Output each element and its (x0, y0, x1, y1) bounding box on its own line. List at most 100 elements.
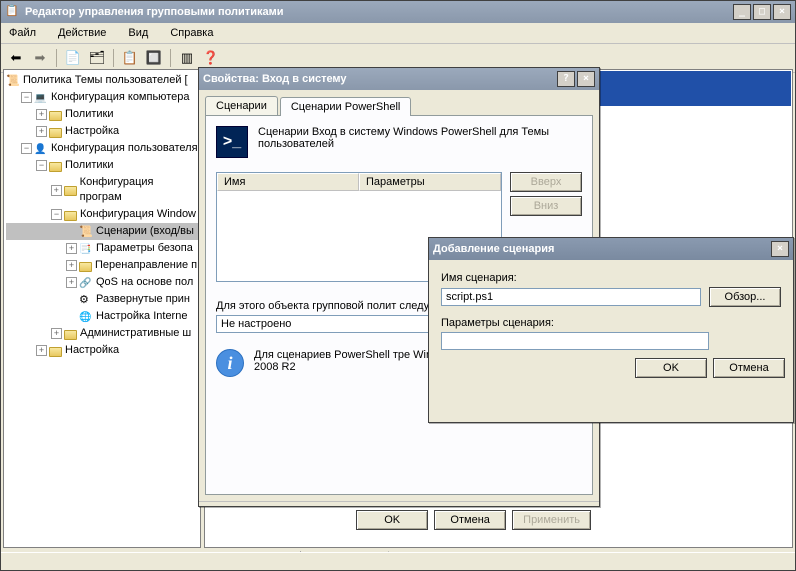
tree-win-config[interactable]: − Конфигурация Window (6, 206, 198, 223)
minimize-button[interactable]: _ (733, 4, 751, 20)
tree-label: Параметры безопа (96, 241, 193, 256)
info-icon: i (216, 349, 244, 377)
tree-label: Сценарии (вход/вы (96, 224, 194, 239)
up-button[interactable]: 📄 (62, 47, 84, 69)
menu-view[interactable]: Вид (124, 25, 152, 41)
statusbar (1, 552, 795, 570)
folder-icon (49, 128, 62, 138)
tab-powershell[interactable]: Сценарии PowerShell (280, 97, 412, 116)
printer-icon (79, 293, 93, 307)
folder-icon (64, 330, 77, 340)
tree-security[interactable]: + Параметры безопа (6, 240, 198, 257)
show-hide-button[interactable]: 🗂 (86, 47, 108, 69)
tree-settings2[interactable]: +Настройка (6, 342, 198, 359)
tree-admin-tmpl[interactable]: + Административные ш (6, 325, 198, 342)
close-button[interactable]: × (771, 241, 789, 257)
collapse-icon[interactable]: − (51, 209, 62, 220)
qos-icon (79, 276, 93, 290)
tree-label: Административные ш (80, 326, 191, 341)
refresh-button[interactable]: 🔲 (143, 47, 165, 69)
move-up-button[interactable]: Вверх (510, 172, 582, 192)
expand-icon[interactable]: + (66, 260, 77, 271)
script-icon (79, 225, 93, 239)
expand-icon[interactable]: + (36, 345, 47, 356)
tree-label: Конфигурация пользователя (51, 141, 198, 156)
ok-button[interactable]: OK (635, 358, 707, 378)
panel-description: Сценарии Вход в систему Windows PowerShe… (258, 126, 582, 150)
close-button[interactable]: × (773, 4, 791, 20)
tree-sw-config[interactable]: + Конфигурация програм (6, 174, 198, 206)
col-params[interactable]: Параметры (359, 173, 501, 191)
cancel-button[interactable]: Отмена (434, 510, 506, 530)
ok-button[interactable]: OK (356, 510, 428, 530)
browse-button[interactable]: Обзор... (709, 287, 781, 307)
tree-qos[interactable]: + QoS на основе пол (6, 274, 198, 291)
move-down-button[interactable]: Вниз (510, 196, 582, 216)
folder-icon (49, 111, 62, 121)
tree-label: QoS на основе пол (96, 275, 193, 290)
tree-user-config[interactable]: − Конфигурация пользователя (6, 140, 198, 157)
cancel-button[interactable]: Отмена (713, 358, 785, 378)
back-button[interactable]: ⬅ (5, 47, 27, 69)
powershell-icon: >_ (216, 126, 248, 158)
folder-icon (79, 262, 92, 272)
add-button-row: OK Отмена (429, 350, 793, 386)
add-titlebar[interactable]: Добавление сценария × (429, 238, 793, 260)
main-titlebar[interactable]: 📋 Редактор управления групповыми политик… (1, 1, 795, 23)
tree-printers[interactable]: Развернутые прин (6, 291, 198, 308)
folder-icon (49, 347, 62, 357)
tree-label: Настройка Interne (96, 309, 187, 324)
menu-action[interactable]: Действие (54, 25, 110, 41)
tree-label: Политика Темы пользователей [ (23, 73, 188, 88)
expand-icon[interactable]: + (36, 109, 47, 120)
tree-policies2[interactable]: − Политики (6, 157, 198, 174)
apply-button[interactable]: Применить (512, 510, 591, 530)
tree-settings[interactable]: + Настройка (6, 123, 198, 140)
tree-root[interactable]: Политика Темы пользователей [ (6, 72, 198, 89)
forward-button[interactable]: ➡ (29, 47, 51, 69)
script-params-input[interactable] (441, 332, 709, 350)
folder-icon (64, 186, 77, 196)
collapse-icon[interactable]: − (21, 143, 32, 154)
collapse-icon[interactable]: − (36, 160, 47, 171)
export-button[interactable]: 📋 (119, 47, 141, 69)
help-button[interactable]: ? (557, 71, 575, 87)
props-tabs: Сценарии Сценарии PowerShell (205, 96, 593, 115)
maximize-button[interactable]: □ (753, 4, 771, 20)
tree-label: Перенаправление п (95, 258, 197, 273)
menu-help[interactable]: Справка (166, 25, 217, 41)
menu-file[interactable]: Файл (5, 25, 40, 41)
tree-folder-redir[interactable]: + Перенаправление п (6, 257, 198, 274)
tree-scripts[interactable]: Сценарии (вход/вы (6, 223, 198, 240)
expand-icon[interactable]: + (51, 328, 62, 339)
tree-pane[interactable]: Политика Темы пользователей [ −Конфигура… (3, 69, 201, 548)
expand-icon[interactable]: + (66, 243, 77, 254)
tree-label: Политики (65, 107, 114, 122)
tree-label: Конфигурация компьютера (51, 90, 189, 105)
filter-button[interactable]: ▥ (176, 47, 198, 69)
col-name[interactable]: Имя (217, 173, 359, 191)
script-name-label: Имя сценария: (441, 272, 781, 284)
folder-icon (64, 211, 77, 221)
script-name-input[interactable] (441, 288, 701, 306)
collapse-icon[interactable]: − (21, 92, 32, 103)
expand-icon[interactable]: + (36, 126, 47, 137)
app-icon: 📋 (5, 4, 21, 20)
expand-icon[interactable]: + (51, 185, 62, 196)
tree-policies[interactable]: + Политики (6, 106, 198, 123)
tree-comp-config[interactable]: − Конфигурация компьютера (6, 89, 198, 106)
props-title: Свойства: Вход в систему (203, 73, 557, 85)
ie-icon (79, 310, 93, 324)
tree-label: Политики (65, 158, 114, 173)
tree-ie[interactable]: Настройка Interne (6, 308, 198, 325)
tree-label: Настройка (65, 124, 119, 139)
props-titlebar[interactable]: Свойства: Вход в систему ? × (199, 68, 599, 90)
expand-icon[interactable]: + (66, 277, 77, 288)
tree-label: Конфигурация Window (80, 207, 196, 222)
tab-scripts[interactable]: Сценарии (205, 96, 278, 115)
computer-icon (34, 91, 48, 105)
tree-label: Конфигурация програм (80, 175, 198, 205)
help-button[interactable]: ❓ (200, 47, 222, 69)
main-title: Редактор управления групповыми политикам… (25, 6, 733, 18)
close-button[interactable]: × (577, 71, 595, 87)
